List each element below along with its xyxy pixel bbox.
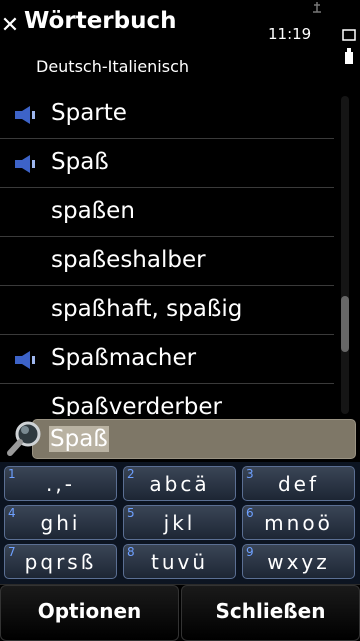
key-letters: pqrsß	[24, 550, 97, 574]
list-item-label: spaßen	[51, 198, 135, 224]
signal-icon	[313, 2, 321, 13]
key-8[interactable]: 8 tuvü	[123, 544, 236, 579]
key-3[interactable]: 3 def	[242, 466, 355, 501]
list-item-label: Spaßverderber	[51, 394, 223, 417]
speaker-icon[interactable]	[14, 105, 38, 125]
key-letters: mnoö	[264, 511, 333, 535]
itu-keypad: 1 .,- 2 abcä 3 def 4 ghi 5 jkl 6 mnoö 7 …	[0, 462, 360, 584]
list-item-label: Spaßmacher	[51, 345, 197, 371]
speaker-icon[interactable]	[14, 350, 38, 370]
search-bar: Spaß	[0, 416, 360, 464]
softkey-bar: Optionen Schließen	[0, 584, 360, 641]
app-title: Wörterbuch	[24, 8, 177, 34]
key-letters: .,-	[46, 472, 75, 496]
key-letters: wxyz	[267, 550, 330, 574]
key-7[interactable]: 7 pqrsß	[4, 544, 117, 579]
word-list[interactable]: Sparte Spaß spaßen spaßeshalber spaßhaft…	[0, 90, 338, 417]
key-4[interactable]: 4 ghi	[4, 505, 117, 540]
search-input[interactable]: Spaß	[32, 419, 356, 459]
close-icon[interactable]: ✕	[0, 14, 20, 38]
search-icon	[7, 421, 41, 456]
key-6[interactable]: 6 mnoö	[242, 505, 355, 540]
dictionary-language-pair: Deutsch-Italienisch	[36, 57, 190, 76]
list-item[interactable]: Spaß	[0, 139, 334, 188]
list-item-label: spaßeshalber	[51, 247, 206, 273]
key-letters: ghi	[40, 511, 81, 535]
key-5[interactable]: 5 jkl	[123, 505, 236, 540]
key-letters: def	[277, 472, 320, 496]
list-item-label: Sparte	[51, 100, 127, 126]
list-item[interactable]: Spaßverderber	[0, 384, 334, 417]
scrollbar-thumb[interactable]	[341, 296, 349, 352]
speaker-icon[interactable]	[14, 154, 38, 174]
options-label: Optionen	[37, 599, 142, 623]
key-letters: tuvü	[150, 550, 209, 574]
battery-icon	[342, 29, 356, 64]
list-item[interactable]: spaßen	[0, 188, 334, 237]
close-label: Schließen	[215, 599, 326, 623]
key-1[interactable]: 1 .,-	[4, 466, 117, 501]
list-item[interactable]: Spaßmacher	[0, 335, 334, 384]
close-button[interactable]: Schließen	[181, 585, 360, 641]
clock: 11:19	[268, 25, 312, 43]
key-9[interactable]: 9 wxyz	[242, 544, 355, 579]
key-letters: abcä	[149, 472, 210, 496]
search-input-value: Spaß	[49, 426, 109, 452]
list-item-label: spaßhaft, spaßig	[51, 296, 243, 322]
options-button[interactable]: Optionen	[0, 585, 179, 641]
list-item[interactable]: spaßhaft, spaßig	[0, 286, 334, 335]
list-item-label: Spaß	[51, 149, 109, 175]
list-item[interactable]: Sparte	[0, 90, 334, 139]
key-letters: jkl	[163, 511, 196, 535]
list-item[interactable]: spaßeshalber	[0, 237, 334, 286]
title-bar: ✕ Wörterbuch 11:19 Deutsch-Italienisch	[0, 0, 360, 88]
key-2[interactable]: 2 abcä	[123, 466, 236, 501]
list-scrollbar[interactable]	[341, 96, 349, 414]
